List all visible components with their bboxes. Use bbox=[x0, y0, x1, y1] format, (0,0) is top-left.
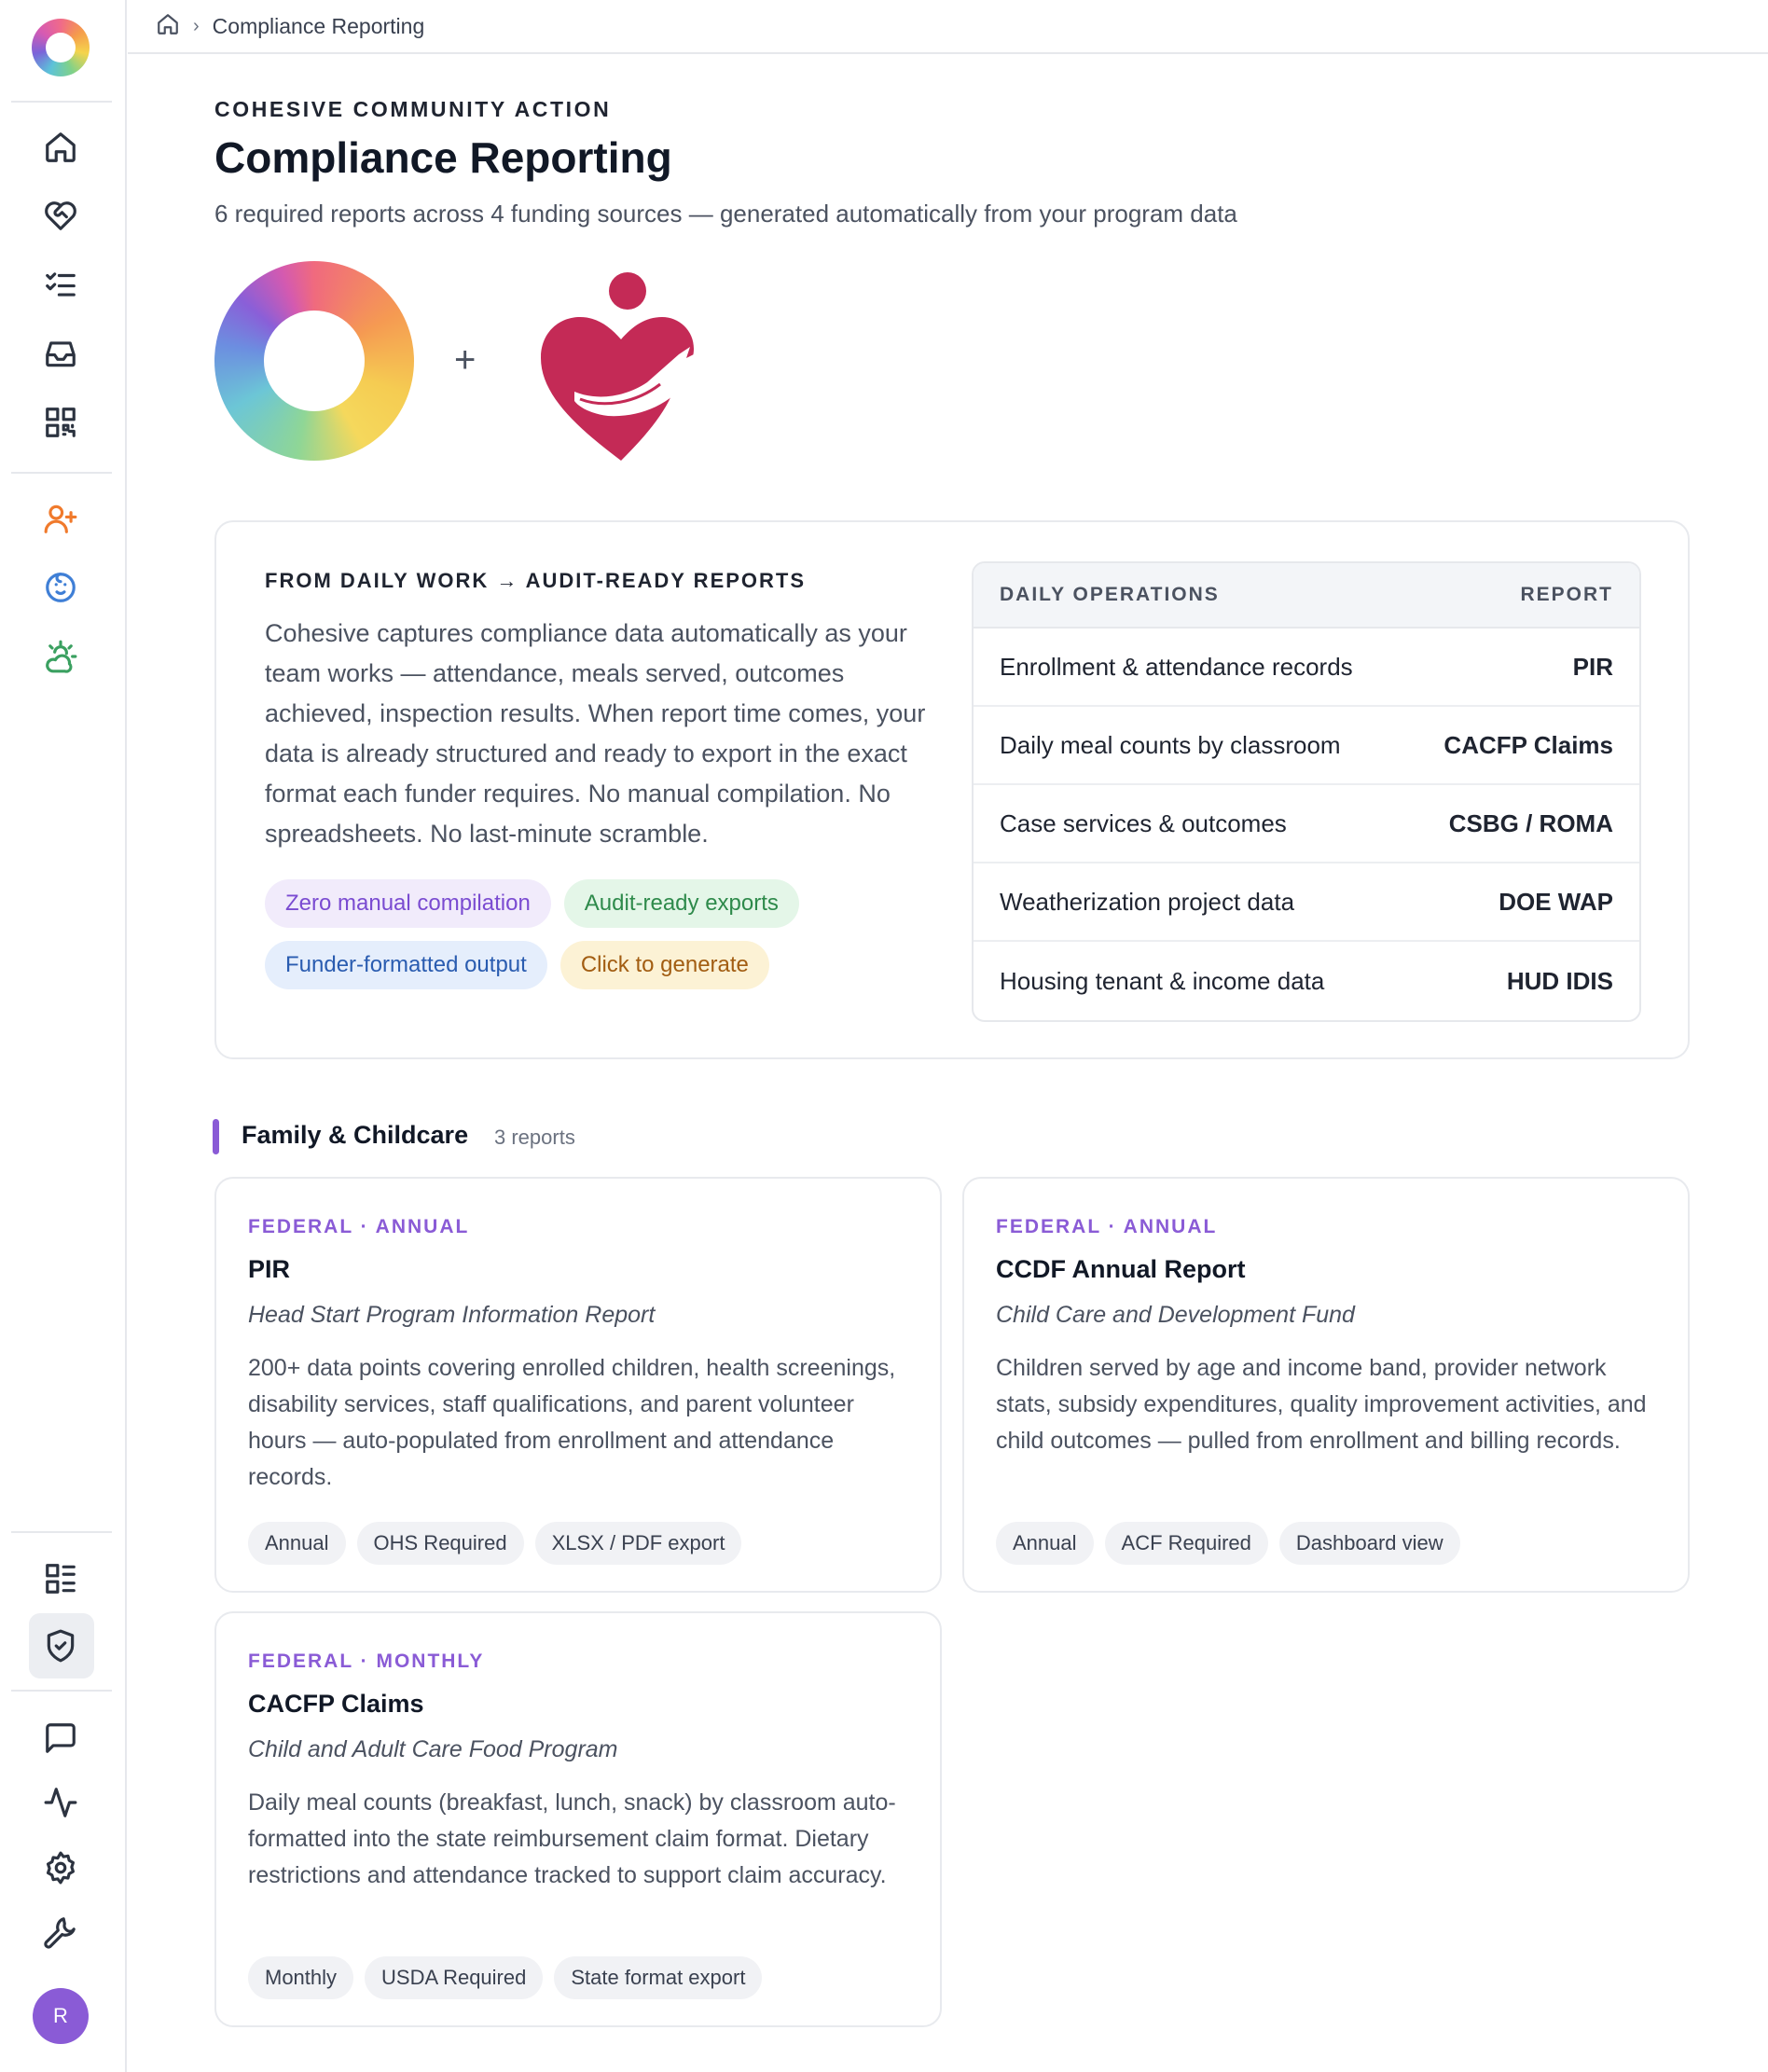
section-accent-bar bbox=[213, 1119, 219, 1154]
operation-cell: Daily meal counts by classroom bbox=[1000, 730, 1341, 759]
feature-pill: Funder-formatted output bbox=[265, 941, 547, 989]
inbox-icon[interactable] bbox=[41, 334, 80, 373]
table-header: DAILY OPERATIONS REPORT bbox=[974, 563, 1639, 629]
sidebar: R bbox=[0, 0, 127, 2072]
breadcrumb: › Compliance Reporting bbox=[128, 0, 1768, 54]
feature-pills: Zero manual compilation Audit-ready expo… bbox=[265, 879, 871, 989]
home-icon[interactable] bbox=[41, 128, 80, 167]
sidebar-divider bbox=[11, 101, 112, 103]
partner-heart-logo bbox=[541, 272, 701, 461]
app-logo[interactable] bbox=[32, 19, 90, 76]
report-tags: Annual OHS Required XLSX / PDF export bbox=[248, 1522, 742, 1565]
report-tag: Annual bbox=[248, 1522, 346, 1565]
report-tag: OHS Required bbox=[356, 1522, 524, 1565]
report-card-ccdf[interactable]: FEDERAL · ANNUAL CCDF Annual Report Chil… bbox=[962, 1177, 1690, 1593]
table-row: Enrollment & attendance records PIR bbox=[974, 629, 1639, 707]
report-name: PIR bbox=[248, 1255, 291, 1283]
dashboard-grid-icon[interactable] bbox=[41, 1559, 80, 1598]
operations-report-table: DAILY OPERATIONS REPORT Enrollment & att… bbox=[972, 561, 1641, 1022]
plus-sign: + bbox=[454, 339, 477, 380]
page-subtitle: 6 required reports across 4 funding sour… bbox=[214, 200, 1237, 228]
report-cell: PIR bbox=[1572, 652, 1613, 681]
feature-pill: Click to generate bbox=[559, 941, 769, 989]
report-cell: HUD IDIS bbox=[1506, 966, 1613, 995]
report-tag: State format export bbox=[554, 1956, 763, 1999]
sidebar-divider bbox=[11, 1531, 112, 1533]
report-tag: Annual bbox=[996, 1522, 1094, 1565]
section-title: Family & Childcare bbox=[242, 1121, 469, 1149]
user-avatar[interactable]: R bbox=[33, 1988, 89, 2044]
report-meta: FEDERAL · ANNUAL bbox=[248, 1216, 470, 1237]
breadcrumb-current: Compliance Reporting bbox=[212, 13, 425, 38]
report-name: CCDF Annual Report bbox=[996, 1255, 1246, 1283]
report-card-pir[interactable]: FEDERAL · ANNUAL PIR Head Start Program … bbox=[214, 1177, 942, 1593]
report-tag: Dashboard view bbox=[1278, 1522, 1460, 1565]
operation-cell: Enrollment & attendance records bbox=[1000, 652, 1353, 681]
feature-pill: Zero manual compilation bbox=[265, 879, 551, 928]
report-tag: XLSX / PDF export bbox=[534, 1522, 742, 1565]
table-row: Case services & outcomes CSBG / ROMA bbox=[974, 785, 1639, 863]
wrench-icon[interactable] bbox=[41, 1913, 80, 1952]
shield-check-icon[interactable] bbox=[41, 1626, 80, 1665]
report-card-cacfp[interactable]: FEDERAL · MONTHLY CACFP Claims Child and… bbox=[214, 1611, 942, 2027]
feature-pill: Audit-ready exports bbox=[563, 879, 799, 928]
report-name: CACFP Claims bbox=[248, 1690, 424, 1718]
settings-icon[interactable] bbox=[41, 1848, 80, 1887]
operation-cell: Housing tenant & income data bbox=[1000, 966, 1325, 995]
org-name: COHESIVE COMMUNITY ACTION bbox=[214, 97, 612, 121]
column-header-report: REPORT bbox=[1520, 584, 1613, 605]
checklist-icon[interactable] bbox=[41, 265, 80, 304]
report-cell: DOE WAP bbox=[1499, 887, 1613, 916]
report-tag: ACF Required bbox=[1104, 1522, 1268, 1565]
page-title: Compliance Reporting bbox=[214, 133, 672, 182]
table-row: Housing tenant & income data HUD IDIS bbox=[974, 942, 1639, 1020]
info-heading: FROM DAILY WORK → AUDIT-READY REPORTS bbox=[265, 569, 807, 592]
heart-handshake-icon[interactable] bbox=[41, 196, 80, 235]
report-full-name: Child and Adult Care Food Program bbox=[248, 1736, 618, 1762]
table-row: Daily meal counts by classroom CACFP Cla… bbox=[974, 707, 1639, 785]
cohesive-logo bbox=[214, 261, 414, 461]
report-meta: FEDERAL · MONTHLY bbox=[248, 1651, 485, 1672]
activity-icon[interactable] bbox=[41, 1783, 80, 1822]
report-tag: Monthly bbox=[248, 1956, 354, 1999]
report-full-name: Head Start Program Information Report bbox=[248, 1302, 656, 1328]
report-cell: CSBG / ROMA bbox=[1448, 808, 1613, 837]
table-row: Weatherization project data DOE WAP bbox=[974, 863, 1639, 942]
section-count: 3 reports bbox=[494, 1126, 575, 1149]
report-full-name: Child Care and Development Fund bbox=[996, 1302, 1355, 1328]
report-tags: Monthly USDA Required State format expor… bbox=[248, 1956, 763, 1999]
report-tag: USDA Required bbox=[365, 1956, 544, 1999]
sun-cloud-icon[interactable] bbox=[41, 637, 80, 676]
info-body: Cohesive captures compliance data automa… bbox=[265, 619, 926, 848]
report-meta: FEDERAL · ANNUAL bbox=[996, 1216, 1218, 1237]
operation-cell: Case services & outcomes bbox=[1000, 808, 1287, 837]
home-breadcrumb-icon[interactable] bbox=[156, 12, 180, 41]
report-cell: CACFP Claims bbox=[1443, 730, 1613, 759]
report-description: 200+ data points covering enrolled child… bbox=[248, 1355, 896, 1490]
report-description: Children served by age and income band, … bbox=[996, 1355, 1647, 1454]
sidebar-divider bbox=[11, 1690, 112, 1692]
baby-face-icon[interactable] bbox=[41, 568, 80, 607]
info-card: FROM DAILY WORK → AUDIT-READY REPORTS Co… bbox=[214, 520, 1690, 1059]
operation-cell: Weatherization project data bbox=[1000, 887, 1295, 916]
qr-code-icon[interactable] bbox=[41, 403, 80, 442]
report-description: Daily meal counts (breakfast, lunch, sna… bbox=[248, 1789, 896, 1888]
column-header-operations: DAILY OPERATIONS bbox=[1000, 584, 1220, 605]
report-tags: Annual ACF Required Dashboard view bbox=[996, 1522, 1460, 1565]
sidebar-divider bbox=[11, 472, 112, 474]
chat-icon[interactable] bbox=[41, 1719, 80, 1758]
chevron-right-icon: › bbox=[193, 15, 200, 36]
user-plus-icon[interactable] bbox=[41, 499, 80, 538]
